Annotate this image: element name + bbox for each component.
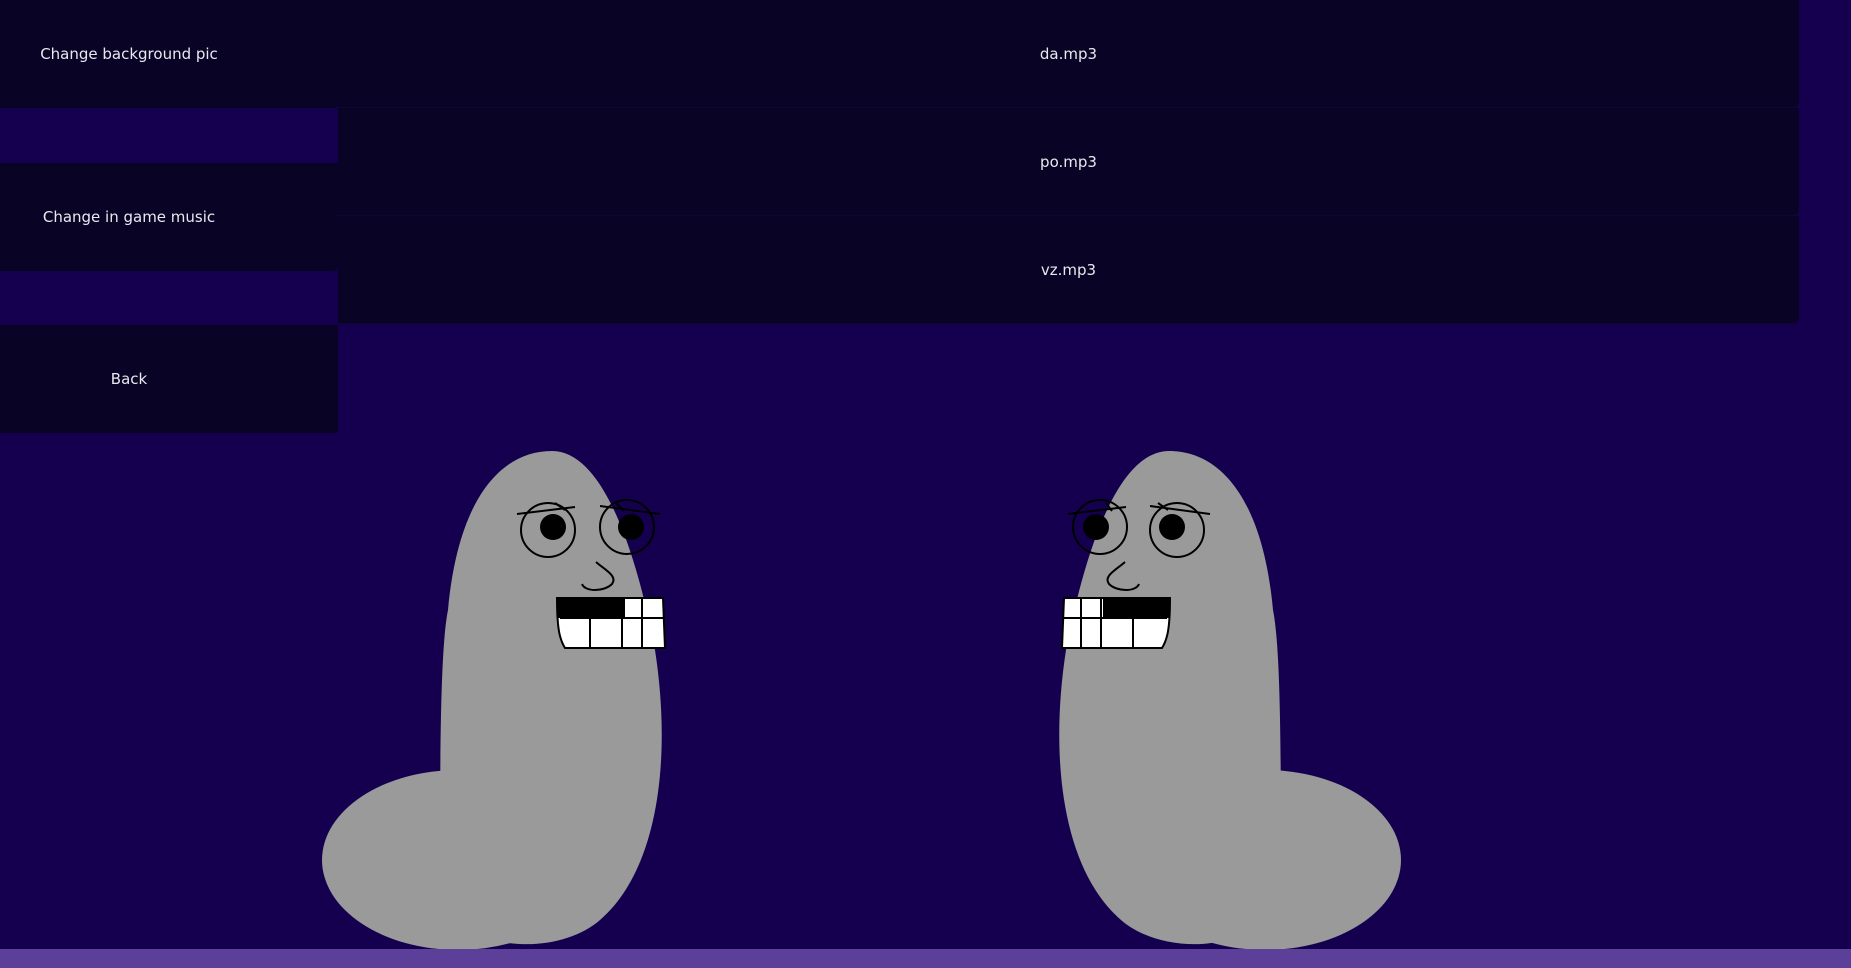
ground-strip — [0, 949, 1851, 968]
right-pupil — [1159, 514, 1185, 540]
left-pupil — [1083, 514, 1109, 540]
worm-character-right — [1059, 451, 1401, 950]
missing-teeth — [1103, 598, 1170, 618]
worm-character-right-group — [1059, 451, 1401, 950]
